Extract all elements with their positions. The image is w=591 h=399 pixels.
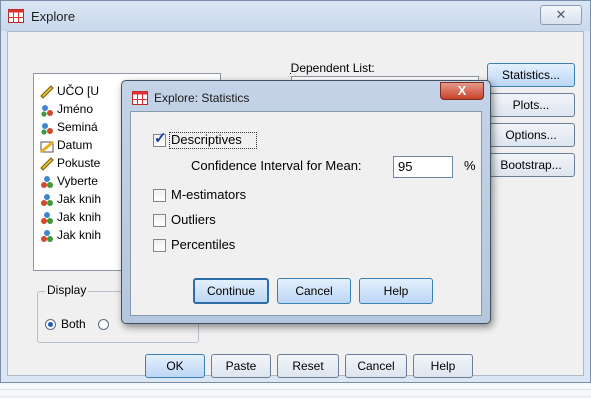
outliers-checkbox[interactable]	[153, 214, 166, 227]
close-button[interactable]: ✕	[540, 5, 582, 25]
variable-label: Jméno	[57, 102, 94, 116]
dependent-list-label: DDependent List:	[290, 61, 375, 75]
variable-label: Jak knih	[57, 228, 102, 242]
nominal-circles-icon	[41, 211, 53, 224]
scale-ruler-icon	[40, 85, 54, 99]
ci-label: Confidence Interval for Mean:	[191, 158, 362, 173]
continue-button[interactable]: Continue	[193, 278, 269, 304]
variable-label: Datum	[57, 138, 93, 152]
list-item[interactable]: Jméno	[40, 100, 93, 118]
m-estimators-label: M-estimators	[171, 187, 247, 202]
list-item[interactable]: Jak knih	[40, 208, 101, 226]
dialog-close-button[interactable]: X	[440, 82, 484, 100]
table-icon	[132, 91, 148, 105]
list-item[interactable]: Jak knih	[40, 190, 101, 208]
percentiles-label: Percentiles	[171, 237, 236, 252]
nominal-person-icon	[41, 104, 53, 117]
variable-label: Seminá	[57, 120, 98, 134]
close-icon: ✕	[555, 7, 567, 22]
m-estimators-checkbox[interactable]	[153, 189, 166, 202]
list-item[interactable]: Jak knih	[40, 226, 101, 244]
statistics-button[interactable]: Statistics...	[487, 63, 575, 87]
statistics-radio[interactable]	[98, 319, 109, 330]
variable-label: Jak knih	[57, 192, 102, 206]
both-label: Both	[61, 317, 86, 331]
nominal-circles-icon	[41, 193, 53, 206]
grid-line	[0, 389, 591, 390]
list-item[interactable]: UČO [U	[40, 82, 99, 100]
list-item[interactable]: Pokuste	[40, 154, 100, 172]
nominal-circles-icon	[41, 175, 53, 188]
outliers-label: Outliers	[171, 212, 216, 227]
options-button[interactable]: Options...	[487, 123, 575, 147]
cancel-button[interactable]: Cancel	[345, 354, 407, 378]
list-item[interactable]: Seminá	[40, 118, 98, 136]
ci-input[interactable]: 95	[393, 156, 453, 178]
both-radio[interactable]	[45, 319, 56, 330]
explore-titlebar[interactable]: Explore ✕	[1, 1, 590, 31]
grid-line	[0, 396, 591, 397]
scale-ruler-icon	[40, 157, 54, 171]
statistics-dialog: Explore: Statistics X ✓ Descriptives Con…	[121, 80, 491, 324]
checkmark-icon: ✓	[154, 130, 167, 147]
table-icon	[8, 9, 24, 23]
list-item[interactable]: Datum	[40, 136, 92, 154]
dialog-body: ✓ Descriptives Confidence Interval for M…	[130, 111, 482, 316]
nominal-person-icon	[41, 122, 53, 135]
variable-label: Jak knih	[57, 210, 102, 224]
variable-label: UČO [U	[57, 84, 99, 98]
ok-button[interactable]: OK	[145, 354, 205, 378]
display-legend: Display	[45, 283, 89, 297]
dialog-help-button[interactable]: Help	[359, 278, 433, 304]
descriptives-checkbox[interactable]: ✓	[153, 130, 167, 147]
nominal-circles-icon	[41, 229, 53, 242]
variable-label: Pokuste	[57, 156, 101, 170]
help-button[interactable]: Help	[413, 354, 473, 378]
paste-button[interactable]: Paste	[211, 354, 271, 378]
plots-button[interactable]: Plots...	[487, 93, 575, 117]
descriptives-label: Descriptives	[171, 132, 242, 147]
percentiles-checkbox[interactable]	[153, 239, 166, 252]
reset-button[interactable]: Reset	[277, 354, 339, 378]
dialog-cancel-button[interactable]: Cancel	[277, 278, 351, 304]
window-title: Explore	[31, 9, 76, 24]
bootstrap-button[interactable]: Bootstrap...	[487, 153, 575, 177]
ci-unit: %	[464, 158, 476, 173]
list-item[interactable]: Vyberte	[40, 172, 98, 190]
date-icon	[40, 140, 54, 153]
variable-label: Vyberte	[57, 174, 98, 188]
dialog-title: Explore: Statistics	[154, 91, 250, 105]
close-icon: X	[457, 83, 467, 98]
